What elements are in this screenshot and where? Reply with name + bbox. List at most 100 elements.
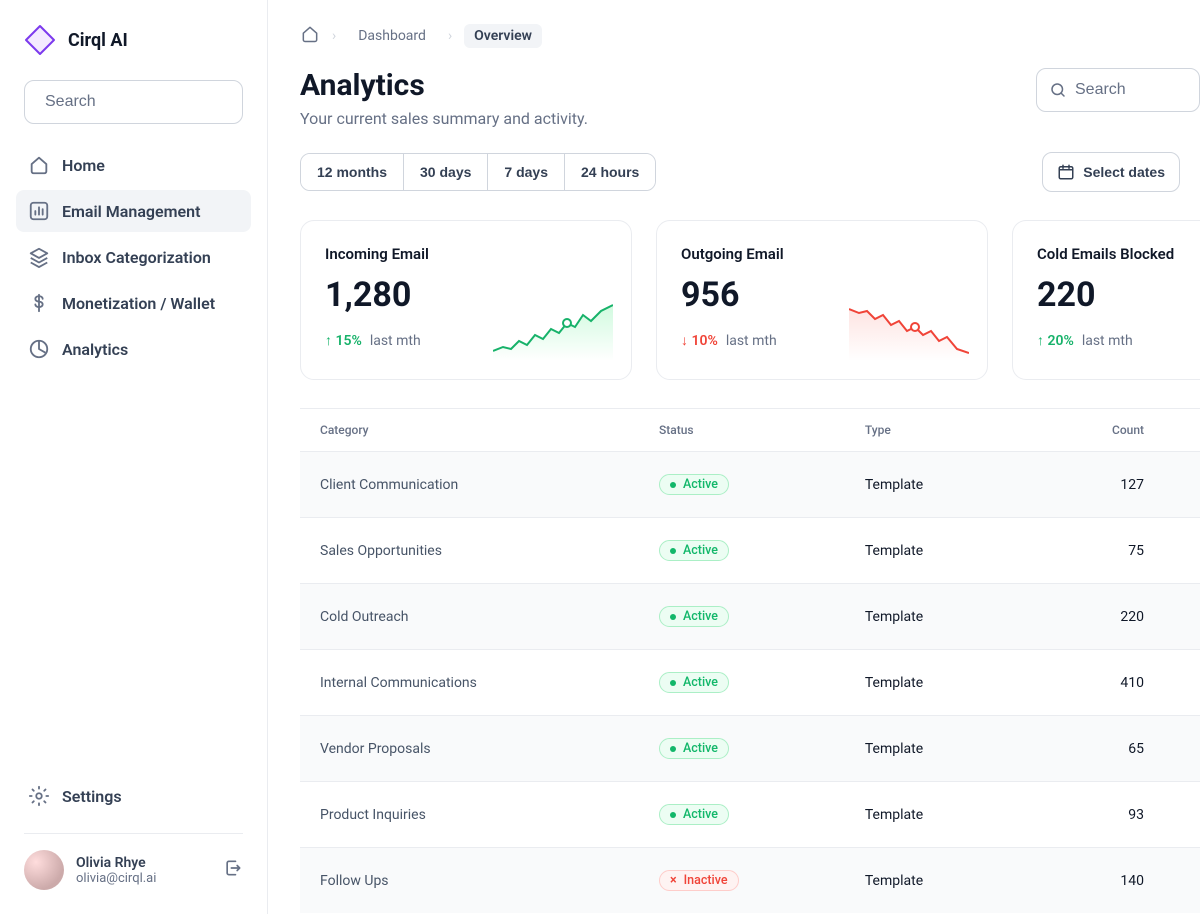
controls-row: 12 months 30 days 7 days 24 hours Select… <box>300 152 1200 192</box>
home-icon <box>300 24 320 44</box>
breadcrumb: › Dashboard › Overview <box>300 24 1200 48</box>
top-search-input[interactable] <box>1075 81 1155 99</box>
page-title: Analytics <box>300 68 588 103</box>
badge-label: Active <box>683 609 718 624</box>
cell-type: Template <box>845 584 1014 650</box>
sparkline-up-icon <box>493 301 613 361</box>
card-incoming-email: Incoming Email 1,280 15% last mth <box>300 220 632 380</box>
badge-label: Inactive <box>684 873 728 888</box>
sidebar-item-monetization[interactable]: Monetization / Wallet <box>16 282 251 324</box>
sidebar-item-settings[interactable]: Settings <box>0 775 267 817</box>
cell-status: ×Inactive <box>639 848 845 914</box>
table-row[interactable]: Client Communication Active Template127 <box>300 452 1200 518</box>
status-badge: Active <box>659 474 729 495</box>
segment-7-days[interactable]: 7 days <box>488 154 565 190</box>
top-search-box[interactable] <box>1036 68 1200 112</box>
delta-down: 10% <box>681 332 718 349</box>
segment-12-months[interactable]: 12 months <box>301 154 404 190</box>
table-row[interactable]: Sales OpportunitiesActiveTemplate75 <box>300 518 1200 584</box>
brand-logo-icon <box>24 24 56 56</box>
dot-icon <box>670 746 676 752</box>
sidebar-item-inbox-categorization[interactable]: Inbox Categorization <box>16 236 251 278</box>
card-cold-emails-blocked: Cold Emails Blocked 220 20% last mth <box>1012 220 1200 380</box>
cell-category: Client Communication <box>300 452 639 518</box>
sidebar-item-analytics[interactable]: Analytics <box>16 328 251 370</box>
cell-category: Internal Communications <box>300 650 639 716</box>
logout-button[interactable] <box>223 858 243 882</box>
dot-icon <box>670 482 676 488</box>
user-email: olivia@cirql.ai <box>76 871 211 886</box>
dot-icon <box>670 614 676 620</box>
cell-count: 75 <box>1014 518 1200 584</box>
search-icon <box>1049 81 1067 99</box>
page-head-text: Analytics Your current sales summary and… <box>300 68 588 128</box>
cell-category: Cold Outreach <box>300 584 639 650</box>
sparkline-down-icon <box>849 301 969 361</box>
table-row[interactable]: Follow Ups×InactiveTemplate140 <box>300 848 1200 914</box>
layers-icon <box>28 246 50 268</box>
sidebar-item-email-management[interactable]: Email Management <box>16 190 251 232</box>
badge-label: Active <box>683 543 718 558</box>
sidebar-item-home[interactable]: Home <box>16 144 251 186</box>
table-row[interactable]: Cold OutreachActiveTemplate220 <box>300 584 1200 650</box>
page-header: Analytics Your current sales summary and… <box>300 68 1200 128</box>
main: › Dashboard › Overview Analytics Your cu… <box>268 0 1200 914</box>
cell-count: 410 <box>1014 650 1200 716</box>
dollar-icon <box>28 292 50 314</box>
select-dates-button[interactable]: Select dates <box>1042 152 1180 192</box>
cell-type: Template <box>845 452 1014 518</box>
sidebar: Cirql AI Home Email Management Inbox Cat… <box>0 0 268 914</box>
breadcrumb-step-dashboard[interactable]: Dashboard <box>348 24 436 48</box>
sidebar-item-label: Monetization / Wallet <box>62 294 215 313</box>
header-actions <box>1036 68 1200 112</box>
bar-chart-icon <box>28 200 50 222</box>
home-icon <box>28 154 50 176</box>
cell-type: Template <box>845 716 1014 782</box>
delta-period: last mth <box>726 333 777 349</box>
cell-count: 65 <box>1014 716 1200 782</box>
status-badge: Active <box>659 804 729 825</box>
segment-30-days[interactable]: 30 days <box>404 154 488 190</box>
delta-period: last mth <box>370 333 421 349</box>
dot-icon <box>670 548 676 554</box>
brand-name: Cirql AI <box>68 30 128 51</box>
table-row[interactable]: Internal CommunicationsActiveTemplate410 <box>300 650 1200 716</box>
avatar[interactable] <box>24 850 64 890</box>
dot-icon <box>670 812 676 818</box>
cell-count: 93 <box>1014 782 1200 848</box>
badge-label: Active <box>683 675 718 690</box>
divider <box>24 833 243 834</box>
user-profile: Olivia Rhye olivia@cirql.ai <box>0 850 267 890</box>
stats-cards: Incoming Email 1,280 15% last mth Outgoi… <box>300 220 1200 380</box>
sidebar-search <box>0 80 267 144</box>
status-badge: Active <box>659 540 729 561</box>
cell-status: Active <box>639 518 845 584</box>
cell-type: Template <box>845 518 1014 584</box>
cell-category: Vendor Proposals <box>300 716 639 782</box>
chevron-right-icon: › <box>332 28 336 44</box>
segment-24-hours[interactable]: 24 hours <box>565 154 655 190</box>
badge-label: Active <box>683 741 718 756</box>
cell-category: Follow Ups <box>300 848 639 914</box>
sidebar-item-label: Email Management <box>62 202 200 221</box>
sidebar-search-input[interactable] <box>45 93 252 111</box>
breadcrumb-step-overview[interactable]: Overview <box>464 24 542 48</box>
calendar-icon <box>1057 163 1075 181</box>
cell-status: Active <box>639 584 845 650</box>
table-row[interactable]: Product InquiriesActiveTemplate93 <box>300 782 1200 848</box>
delta-period: last mth <box>1082 333 1133 349</box>
th-category: Category <box>300 409 639 452</box>
cell-count: 127 <box>1014 452 1200 518</box>
user-name: Olivia Rhye <box>76 855 211 871</box>
cell-category: Product Inquiries <box>300 782 639 848</box>
logout-icon <box>223 858 243 878</box>
status-badge: ×Inactive <box>659 870 739 891</box>
sidebar-search-box[interactable] <box>24 80 243 124</box>
breadcrumb-home[interactable] <box>300 24 320 48</box>
status-badge: Active <box>659 672 729 693</box>
table-row[interactable]: Vendor Proposals Active Template65 <box>300 716 1200 782</box>
gear-icon <box>28 785 50 807</box>
sidebar-item-label: Analytics <box>62 340 128 359</box>
sidebar-item-label: Home <box>62 156 105 175</box>
dot-icon <box>670 680 676 686</box>
